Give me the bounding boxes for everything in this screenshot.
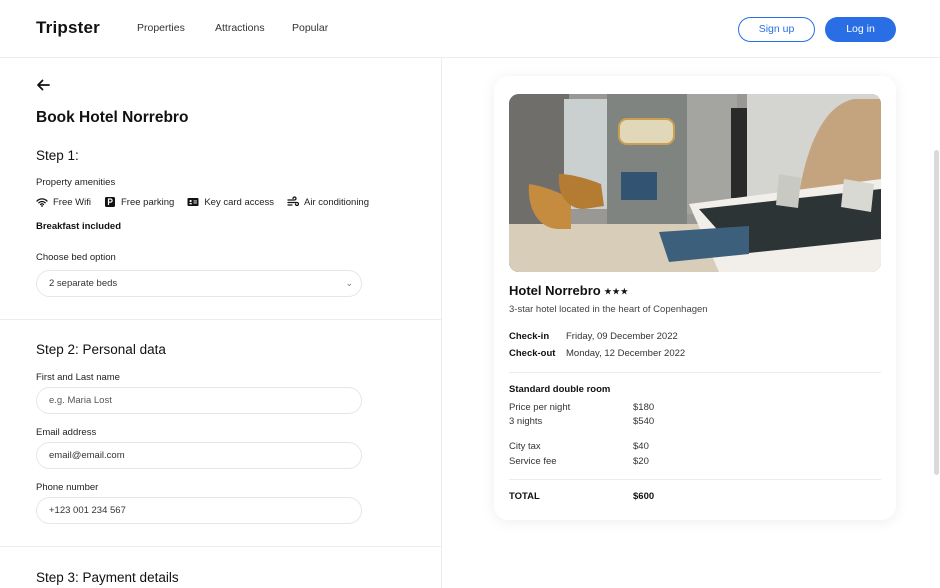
logo[interactable]: Tripster xyxy=(36,18,100,38)
section-divider xyxy=(0,319,441,320)
hotel-room-photo xyxy=(509,94,881,272)
price-value: $180 xyxy=(633,402,655,413)
price-label: Price per night xyxy=(509,402,571,413)
phone-label: Phone number xyxy=(36,482,99,493)
nights-label: 3 nights xyxy=(509,416,543,427)
air-conditioning-icon xyxy=(287,196,300,207)
amenity-air-conditioning: Air conditioning xyxy=(287,196,369,208)
checkin-value: Friday, 09 December 2022 xyxy=(566,331,678,342)
summary-divider xyxy=(509,372,881,373)
star-rating: ★★★ xyxy=(604,287,629,297)
phone-input[interactable]: +123 001 234 567 xyxy=(36,497,362,524)
bed-option-value: 2 separate beds xyxy=(49,278,118,289)
amenity-label: Air conditioning xyxy=(304,196,370,208)
amenities-label: Property amenities xyxy=(36,177,116,188)
email-label: Email address xyxy=(36,427,97,438)
hotel-name-text: Hotel Norrebro xyxy=(509,283,601,298)
checkin-label: Check-in xyxy=(509,331,550,342)
back-arrow-icon[interactable] xyxy=(36,78,50,92)
booking-summary-card: Hotel Norrebro ★★★ 3-star hotel located … xyxy=(494,76,896,520)
total-value: $600 xyxy=(633,491,655,502)
fee-label: Service fee xyxy=(509,456,557,467)
booking-form: Book Hotel Norrebro Step 1: Property ame… xyxy=(0,58,442,588)
amenity-parking: Free parking xyxy=(104,196,174,208)
step2-title: Step 2: Personal data xyxy=(36,342,166,357)
amenity-wifi: Free Wifi xyxy=(36,196,91,208)
sign-up-button[interactable]: Sign up xyxy=(738,17,815,42)
parking-icon xyxy=(105,197,115,207)
nav-properties[interactable]: Properties xyxy=(137,22,185,34)
bed-option-label: Choose bed option xyxy=(36,252,116,263)
amenity-label: Free Wifi xyxy=(53,196,91,208)
step1-title: Step 1: xyxy=(36,148,79,163)
page-scrollbar[interactable] xyxy=(934,150,939,475)
nav-popular[interactable]: Popular xyxy=(292,22,328,34)
bed-option-select[interactable]: 2 separate beds ⌄ xyxy=(36,270,362,297)
amenity-label: Key card access xyxy=(204,196,275,208)
fee-value: $20 xyxy=(633,456,649,467)
checkout-label: Check-out xyxy=(509,348,556,359)
amenities-list: Free Wifi Free parking Key card access A… xyxy=(36,196,369,208)
step3-title: Step 3: Payment details xyxy=(36,570,179,585)
top-header: Tripster Properties Attractions Popular … xyxy=(0,0,940,58)
log-in-button[interactable]: Log in xyxy=(825,17,896,42)
checkout-value: Monday, 12 December 2022 xyxy=(566,348,686,359)
chevron-down-icon: ⌄ xyxy=(345,278,353,288)
amenity-label: Free parking xyxy=(121,196,175,208)
nav-attractions[interactable]: Attractions xyxy=(215,22,265,34)
amenity-key-card: Key card access xyxy=(187,196,274,208)
name-input[interactable]: e.g. Maria Lost xyxy=(36,387,362,414)
email-input[interactable]: email@email.com xyxy=(36,442,362,469)
summary-divider xyxy=(509,479,881,480)
hotel-name: Hotel Norrebro ★★★ xyxy=(509,283,629,298)
wifi-icon xyxy=(36,198,48,207)
breakfast-label: Breakfast included xyxy=(36,221,121,232)
page-title: Book Hotel Norrebro xyxy=(36,109,189,126)
hotel-subtitle: 3-star hotel located in the heart of Cop… xyxy=(509,304,708,315)
name-label: First and Last name xyxy=(36,372,120,383)
section-divider xyxy=(0,546,441,547)
key-card-icon xyxy=(187,198,199,206)
tax-label: City tax xyxy=(509,441,541,452)
room-type: Standard double room xyxy=(509,384,611,395)
tax-value: $40 xyxy=(633,441,649,452)
nights-value: $540 xyxy=(633,416,655,427)
total-label: TOTAL xyxy=(509,491,540,502)
hotel-room-illustration xyxy=(509,94,881,272)
